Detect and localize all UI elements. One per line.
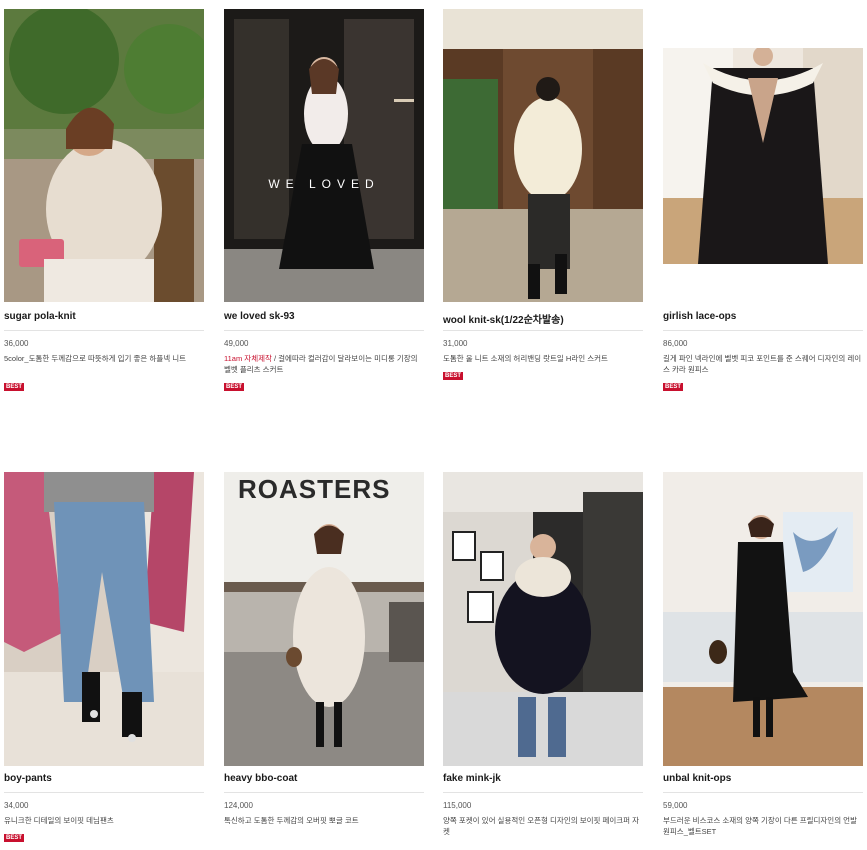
product-price: 31,000 (443, 339, 468, 348)
product-grid: sugar pola-knit 36,000 5color_도톰한 두께감으로 … (0, 0, 867, 850)
best-badge: BEST (4, 834, 25, 842)
product-description: 부드러운 비스코스 소재의 양쪽 기장이 다른 프릴디자인의 언발 원피스_벨트… (663, 815, 863, 837)
product-price: 36,000 (4, 339, 29, 348)
product-description: 11am 자체제작 / 걸에따라 컬러감이 달라보이는 미디롱 기장의 벨벳 플… (224, 353, 424, 375)
description-text: 5color_도톰한 두께감으로 따뜻하게 입기 좋은 하플넥 니트 (4, 354, 186, 363)
best-badge: BEST (224, 383, 245, 391)
description-text: 도톰한 울 니트 소재의 허리밴딩 랏트일 H라인 스커트 (443, 354, 608, 363)
product-image[interactable]: ROASTERS (224, 472, 424, 766)
product-name[interactable]: fake mink-jk (443, 773, 643, 784)
product-name[interactable]: wool knit-sk(1/22순차발송) (443, 311, 643, 326)
product-description: 유니크한 디테일의 보이핏 데님팬츠 (4, 815, 204, 826)
product-description: 양쪽 포켓이 있어 실용적인 오픈형 디자인의 보이핏 페이크퍼 자켓 (443, 815, 643, 837)
product-image[interactable] (4, 9, 204, 302)
storefront-sign-text: ROASTERS (238, 474, 391, 504)
product-price: 115,000 (443, 801, 472, 810)
product-price: 49,000 (224, 339, 249, 348)
divider (443, 330, 643, 331)
product-name[interactable]: unbal knit-ops (663, 773, 863, 784)
product-name[interactable]: we loved sk-93 (224, 311, 424, 322)
divider (224, 792, 424, 793)
product-price: 86,000 (663, 339, 688, 348)
product-price: 34,000 (4, 801, 29, 810)
product-image[interactable]: WE LOVED (224, 9, 424, 302)
product-price: 124,000 (224, 801, 253, 810)
product-price: 59,000 (663, 801, 688, 810)
product-image[interactable] (443, 9, 643, 302)
product-description: 톡신하고 도톰한 두께감의 오버핏 뽀글 코트 (224, 815, 424, 826)
divider (224, 330, 424, 331)
product-image[interactable] (443, 472, 643, 766)
divider (443, 792, 643, 793)
image-overlay-text: WE LOVED (268, 177, 380, 191)
product-name[interactable]: boy-pants (4, 773, 204, 784)
product-description: 길게 파인 넥라인에 벨벳 피코 포인트를 준 스퀘어 디자인의 레이스 카라 … (663, 353, 863, 375)
product-description: 5color_도톰한 두께감으로 따뜻하게 입기 좋은 하플넥 니트 (4, 353, 204, 364)
best-badge: BEST (4, 383, 25, 391)
divider (4, 330, 204, 331)
product-description: 도톰한 울 니트 소재의 허리밴딩 랏트일 H라인 스커트 (443, 353, 643, 364)
description-text: 부드러운 비스코스 소재의 양쪽 기장이 다른 프릴디자인의 언발 원피스_벨트… (663, 816, 857, 836)
description-highlight: 11am 자체제작 (224, 354, 272, 363)
divider (663, 792, 863, 793)
description-text: 유니크한 디테일의 보이핏 데님팬츠 (4, 816, 114, 825)
divider (663, 330, 863, 331)
divider (4, 792, 204, 793)
product-image[interactable] (663, 472, 863, 766)
description-text: 양쪽 포켓이 있어 실용적인 오픈형 디자인의 보이핏 페이크퍼 자켓 (443, 816, 640, 836)
best-badge: BEST (443, 372, 464, 380)
description-text: 톡신하고 도톰한 두께감의 오버핏 뽀글 코트 (224, 816, 359, 825)
product-name[interactable]: sugar pola-knit (4, 311, 204, 322)
product-image[interactable] (663, 48, 863, 264)
best-badge: BEST (663, 383, 684, 391)
product-name[interactable]: heavy bbo-coat (224, 773, 424, 784)
product-name[interactable]: girlish lace-ops (663, 311, 863, 322)
description-text: 길게 파인 넥라인에 벨벳 피코 포인트를 준 스퀘어 디자인의 레이스 카라 … (663, 354, 862, 374)
product-image[interactable] (4, 472, 204, 766)
